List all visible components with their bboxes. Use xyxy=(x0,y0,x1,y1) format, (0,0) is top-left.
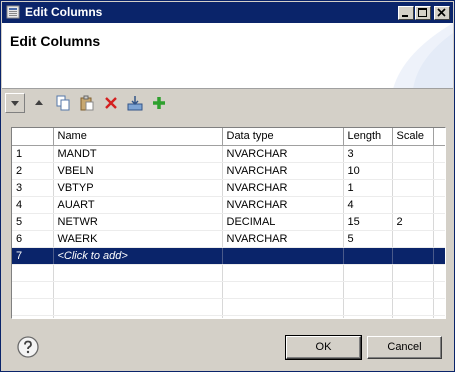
column-toolbar xyxy=(5,93,185,113)
copy-button[interactable] xyxy=(53,93,73,113)
title-bar[interactable]: Edit Columns xyxy=(2,2,453,23)
minimize-button[interactable] xyxy=(398,6,414,20)
maximize-icon xyxy=(418,8,427,17)
minimize-icon xyxy=(402,15,408,17)
cell-length[interactable]: 1 xyxy=(343,179,393,197)
table-row[interactable]: 3 VBTYP NVARCHAR 1 xyxy=(12,179,445,197)
delete-button[interactable] xyxy=(101,93,121,113)
edit-columns-dialog: Edit Columns Edit Columns Name Data type… xyxy=(0,0,455,372)
copy-icon xyxy=(56,95,70,111)
move-up-icon xyxy=(35,100,43,105)
cell-scale[interactable] xyxy=(392,247,434,265)
cell-data-type[interactable]: NVARCHAR xyxy=(222,196,344,214)
banner-decoration xyxy=(393,23,453,88)
cell-length[interactable] xyxy=(343,247,393,265)
cell-index: 4 xyxy=(12,196,54,214)
cell-length[interactable]: 10 xyxy=(343,162,393,180)
cell-data-type[interactable] xyxy=(222,247,344,265)
cell-name[interactable]: MANDT xyxy=(53,145,223,163)
header-data-type[interactable]: Data type xyxy=(222,128,344,146)
click-to-add-cell[interactable]: <Click to add> xyxy=(53,247,223,265)
paste-icon xyxy=(80,95,94,111)
columns-table[interactable]: Name Data type Length Scale 1 MANDT NVAR… xyxy=(11,127,446,319)
window-title: Edit Columns xyxy=(25,5,103,19)
import-icon xyxy=(127,96,143,111)
cell-filler xyxy=(433,162,445,180)
delete-icon xyxy=(105,97,117,109)
cell-data-type[interactable]: DECIMAL xyxy=(222,213,344,231)
cell-index: 7 xyxy=(12,247,54,265)
cell-data-type[interactable]: NVARCHAR xyxy=(222,230,344,248)
cell-name[interactable]: VBELN xyxy=(53,162,223,180)
cell-filler xyxy=(433,247,445,265)
cell-scale[interactable] xyxy=(392,145,434,163)
cell-index: 1 xyxy=(12,145,54,163)
header-length[interactable]: Length xyxy=(343,128,393,146)
table-row[interactable]: 5 NETWR DECIMAL 15 2 xyxy=(12,213,445,231)
cell-name[interactable]: WAERK xyxy=(53,230,223,248)
cell-name[interactable]: NETWR xyxy=(53,213,223,231)
import-button[interactable] xyxy=(125,93,145,113)
cell-filler xyxy=(433,145,445,163)
table-row[interactable]: 2 VBELN NVARCHAR 10 xyxy=(12,162,445,180)
help-icon[interactable] xyxy=(17,336,39,358)
move-up-button[interactable] xyxy=(29,93,49,113)
cell-scale[interactable] xyxy=(392,230,434,248)
banner-title: Edit Columns xyxy=(10,33,101,49)
table-row[interactable]: 6 WAERK NVARCHAR 5 xyxy=(12,230,445,248)
cell-index: 3 xyxy=(12,179,54,197)
cell-data-type[interactable]: NVARCHAR xyxy=(222,179,344,197)
move-down-icon xyxy=(11,101,19,106)
app-icon xyxy=(6,5,20,19)
cell-name[interactable]: VBTYP xyxy=(53,179,223,197)
table-row[interactable]: 4 AUART NVARCHAR 4 xyxy=(12,196,445,214)
add-row[interactable]: 7 <Click to add> xyxy=(12,247,445,265)
cell-scale[interactable] xyxy=(392,196,434,214)
cell-name[interactable]: AUART xyxy=(53,196,223,214)
header-filler xyxy=(433,128,445,146)
move-down-button[interactable] xyxy=(5,93,25,113)
cell-length[interactable]: 5 xyxy=(343,230,393,248)
cell-index: 2 xyxy=(12,162,54,180)
cell-filler xyxy=(433,179,445,197)
dialog-banner: Edit Columns xyxy=(2,23,453,89)
empty-row xyxy=(12,281,445,299)
ok-button[interactable]: OK xyxy=(285,335,362,360)
close-icon xyxy=(437,8,446,17)
add-icon xyxy=(153,97,165,109)
table-row[interactable]: 1 MANDT NVARCHAR 3 xyxy=(12,145,445,163)
maximize-button[interactable] xyxy=(415,6,431,20)
cell-scale[interactable] xyxy=(392,162,434,180)
empty-row xyxy=(12,315,445,318)
cell-length[interactable]: 15 xyxy=(343,213,393,231)
cell-data-type[interactable]: NVARCHAR xyxy=(222,145,344,163)
cell-scale[interactable] xyxy=(392,179,434,197)
close-button[interactable] xyxy=(434,6,450,20)
cell-filler xyxy=(433,213,445,231)
table-header-row: Name Data type Length Scale xyxy=(12,128,445,146)
header-index xyxy=(12,128,54,146)
empty-row xyxy=(12,264,445,282)
header-scale[interactable]: Scale xyxy=(392,128,434,146)
empty-row xyxy=(12,298,445,316)
cell-index: 5 xyxy=(12,213,54,231)
cell-length[interactable]: 3 xyxy=(343,145,393,163)
cell-filler xyxy=(433,196,445,214)
cell-scale[interactable]: 2 xyxy=(392,213,434,231)
cell-index: 6 xyxy=(12,230,54,248)
cell-data-type[interactable]: NVARCHAR xyxy=(222,162,344,180)
cell-filler xyxy=(433,230,445,248)
add-button[interactable] xyxy=(149,93,169,113)
cell-length[interactable]: 4 xyxy=(343,196,393,214)
cancel-button[interactable]: Cancel xyxy=(367,336,442,359)
paste-button[interactable] xyxy=(77,93,97,113)
header-name[interactable]: Name xyxy=(53,128,223,146)
